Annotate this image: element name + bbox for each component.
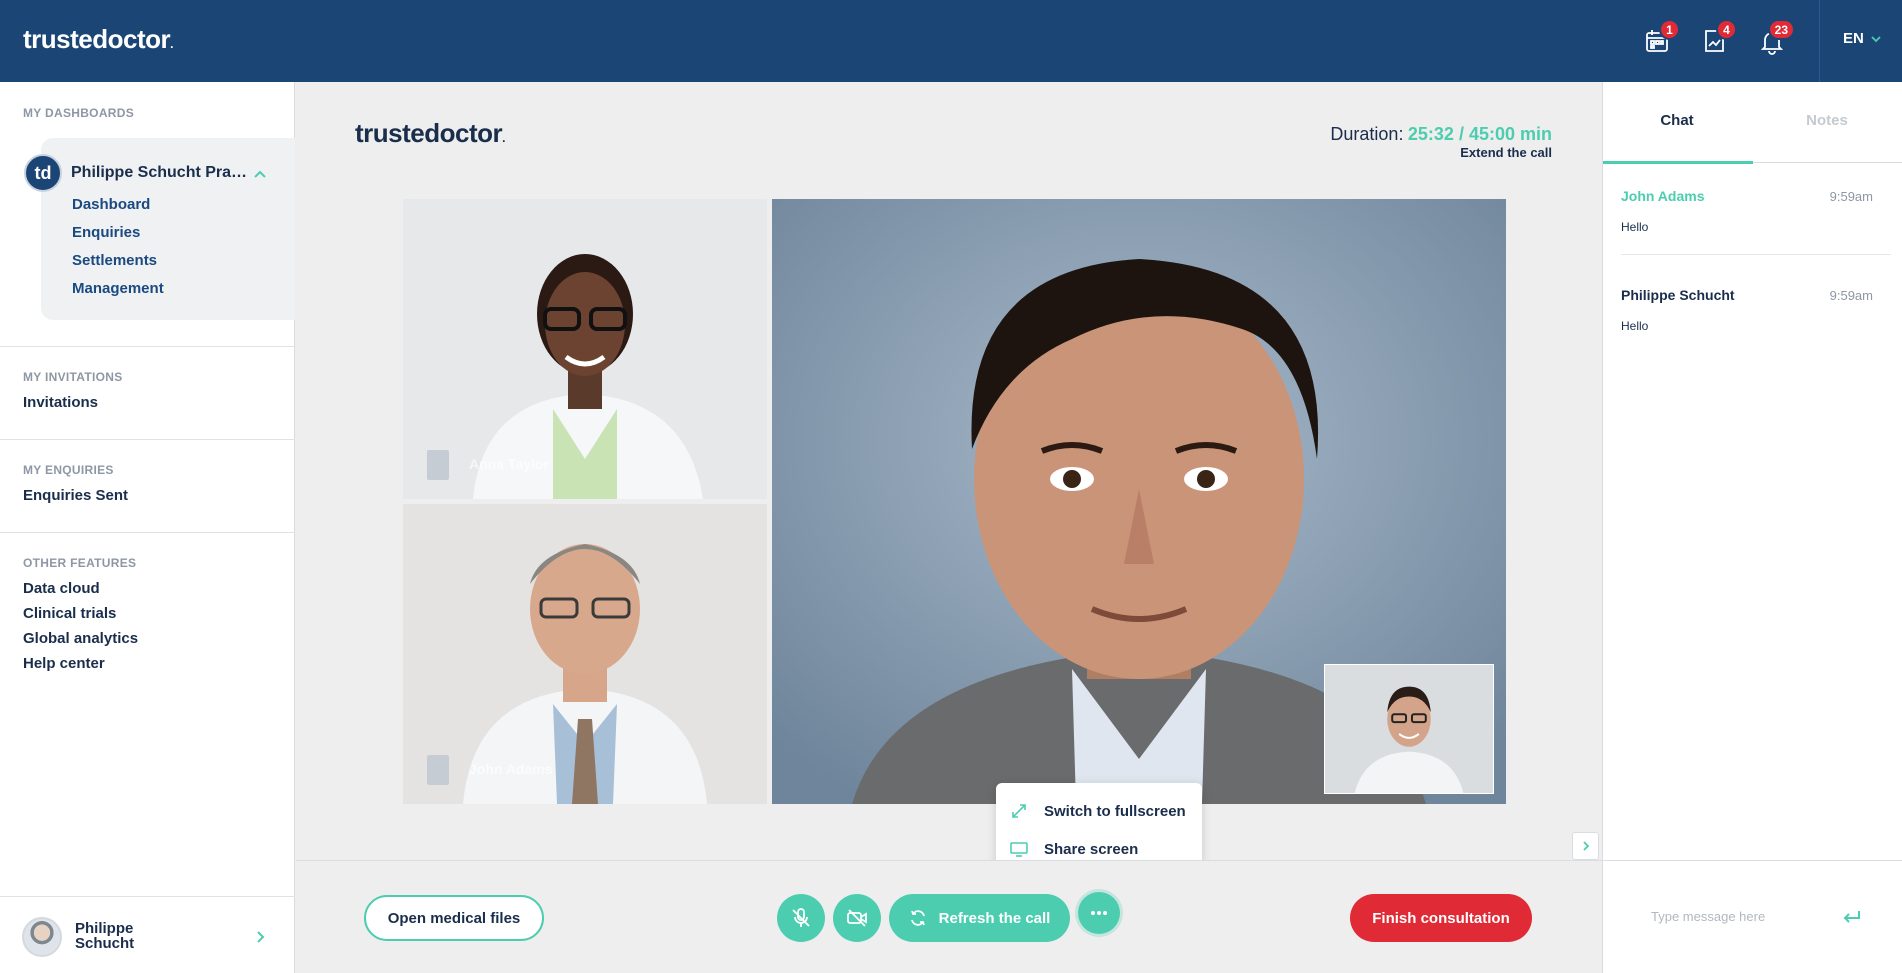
avatar xyxy=(22,917,62,957)
participant-name: Anna Taylor xyxy=(469,456,549,472)
stop-camera-button[interactable] xyxy=(833,894,881,942)
language-label: EN xyxy=(1843,30,1864,47)
call-controls: Open medical files Refresh the call Fini… xyxy=(296,860,1602,973)
sidebar-item-enquiries[interactable]: Enquiries xyxy=(72,224,140,241)
self-video xyxy=(1325,665,1493,793)
sidebar-item-dashboard[interactable]: Dashboard xyxy=(72,196,150,213)
refresh-label: Refresh the call xyxy=(938,909,1051,927)
chat-panel: Chat Notes John Adams 9:59am Hello Phili… xyxy=(1602,82,1902,973)
sidebar-item-data-cloud[interactable]: Data cloud xyxy=(23,580,100,597)
microphone-off-icon xyxy=(792,908,810,927)
sidebar-item-clinical-trials[interactable]: Clinical trials xyxy=(23,605,116,622)
chart-badge: 4 xyxy=(1716,19,1737,40)
menu-item-fullscreen[interactable]: Switch to fullscreen xyxy=(1010,802,1186,820)
participant-thumbnail xyxy=(427,755,449,785)
user-footer[interactable]: Philippe Schucht xyxy=(0,896,295,973)
participant-name: John Adams xyxy=(469,761,553,777)
divider xyxy=(1621,254,1891,255)
menu-item-label: Switch to fullscreen xyxy=(1044,802,1186,820)
section-label-features: OTHER FEATURES xyxy=(23,556,137,570)
section-label-invitations: MY INVITATIONS xyxy=(23,370,123,384)
message-text: Hello xyxy=(1621,220,1649,234)
send-icon[interactable] xyxy=(1839,905,1863,929)
more-options-button[interactable] xyxy=(1078,892,1120,934)
chart-icon[interactable]: 4 xyxy=(1700,19,1737,55)
chevron-right-icon xyxy=(1582,841,1589,851)
message-author: John Adams xyxy=(1621,188,1705,204)
menu-item-label: Share screen xyxy=(1044,840,1139,858)
message-time: 9:59am xyxy=(1829,288,1873,303)
sidebar-item-settlements[interactable]: Settlements xyxy=(72,252,157,269)
sidebar-item-enquiries-sent[interactable]: Enquiries Sent xyxy=(23,487,128,504)
user-name: Philippe Schucht xyxy=(75,920,135,952)
practice-avatar: td xyxy=(24,154,62,192)
refresh-icon xyxy=(910,910,925,926)
calendar-icon[interactable]: 1 xyxy=(1643,19,1680,55)
chevron-up-icon[interactable] xyxy=(252,166,268,182)
video-tile-participant-1[interactable]: Anna Taylor xyxy=(403,199,767,499)
camera-off-icon xyxy=(847,909,867,927)
chevron-down-icon xyxy=(1871,35,1881,42)
toggle-panel-button[interactable] xyxy=(1572,832,1599,860)
tab-notes[interactable]: Notes xyxy=(1753,112,1901,129)
top-bar: trustedoctor. 1 4 23 EN xyxy=(0,0,1902,82)
duration-value: 25:32 / 45:00 min xyxy=(1407,124,1552,144)
participant-video xyxy=(403,504,767,804)
chevron-right-icon[interactable] xyxy=(252,929,268,945)
participant-thumbnail xyxy=(427,450,449,480)
duration-label: Duration: xyxy=(1330,124,1404,144)
participant-video xyxy=(403,199,767,499)
sidebar-item-invitations[interactable]: Invitations xyxy=(23,394,98,411)
call-duration: Duration: 25:32 / 45:00 min xyxy=(1330,124,1552,145)
top-divider xyxy=(1819,0,1820,82)
message-time: 9:59am xyxy=(1829,189,1873,204)
message-input[interactable] xyxy=(1651,901,1841,931)
sidebar: MY DASHBOARDS td Philippe Schucht Practi… xyxy=(0,82,295,973)
divider xyxy=(0,346,295,347)
logo[interactable]: trustedoctor. xyxy=(23,24,173,55)
section-label-enquiries: MY ENQUIRIES xyxy=(23,463,114,477)
chat-input-area xyxy=(1603,860,1902,973)
menu-item-share-screen[interactable]: Share screen xyxy=(1010,840,1138,858)
bell-icon[interactable]: 23 xyxy=(1758,19,1795,55)
call-logo: trustedoctor. xyxy=(355,118,505,148)
message-text: Hello xyxy=(1621,319,1649,333)
tab-divider xyxy=(1753,162,1902,163)
expand-icon xyxy=(1012,804,1026,818)
monitor-icon xyxy=(1010,842,1028,857)
tab-chat[interactable]: Chat xyxy=(1603,112,1751,129)
sidebar-item-global-analytics[interactable]: Global analytics xyxy=(23,630,138,647)
video-tile-participant-2[interactable]: John Adams xyxy=(403,504,767,804)
more-dots-icon xyxy=(1091,911,1107,915)
divider xyxy=(0,532,295,533)
bell-badge: 23 xyxy=(1767,19,1795,40)
active-tab-indicator xyxy=(1603,161,1753,164)
main-area: trustedoctor. Duration: 25:32 / 45:00 mi… xyxy=(296,82,1602,973)
main-video[interactable] xyxy=(772,199,1506,804)
language-selector[interactable]: EN xyxy=(1843,30,1882,47)
open-medical-files-button[interactable]: Open medical files xyxy=(364,895,544,941)
mute-microphone-button[interactable] xyxy=(777,894,825,942)
extend-call-link[interactable]: Extend the call xyxy=(1460,145,1552,160)
divider xyxy=(0,439,295,440)
practice-name[interactable]: Philippe Schucht Practice xyxy=(71,164,251,182)
section-label-dashboards: MY DASHBOARDS xyxy=(23,106,135,120)
refresh-call-button[interactable]: Refresh the call xyxy=(889,894,1070,942)
self-view[interactable] xyxy=(1324,664,1494,794)
finish-consultation-button[interactable]: Finish consultation xyxy=(1350,894,1532,942)
message-author: Philippe Schucht xyxy=(1621,287,1735,303)
sidebar-item-help-center[interactable]: Help center xyxy=(23,655,105,672)
sidebar-item-management[interactable]: Management xyxy=(72,280,164,297)
calendar-badge: 1 xyxy=(1659,19,1680,40)
